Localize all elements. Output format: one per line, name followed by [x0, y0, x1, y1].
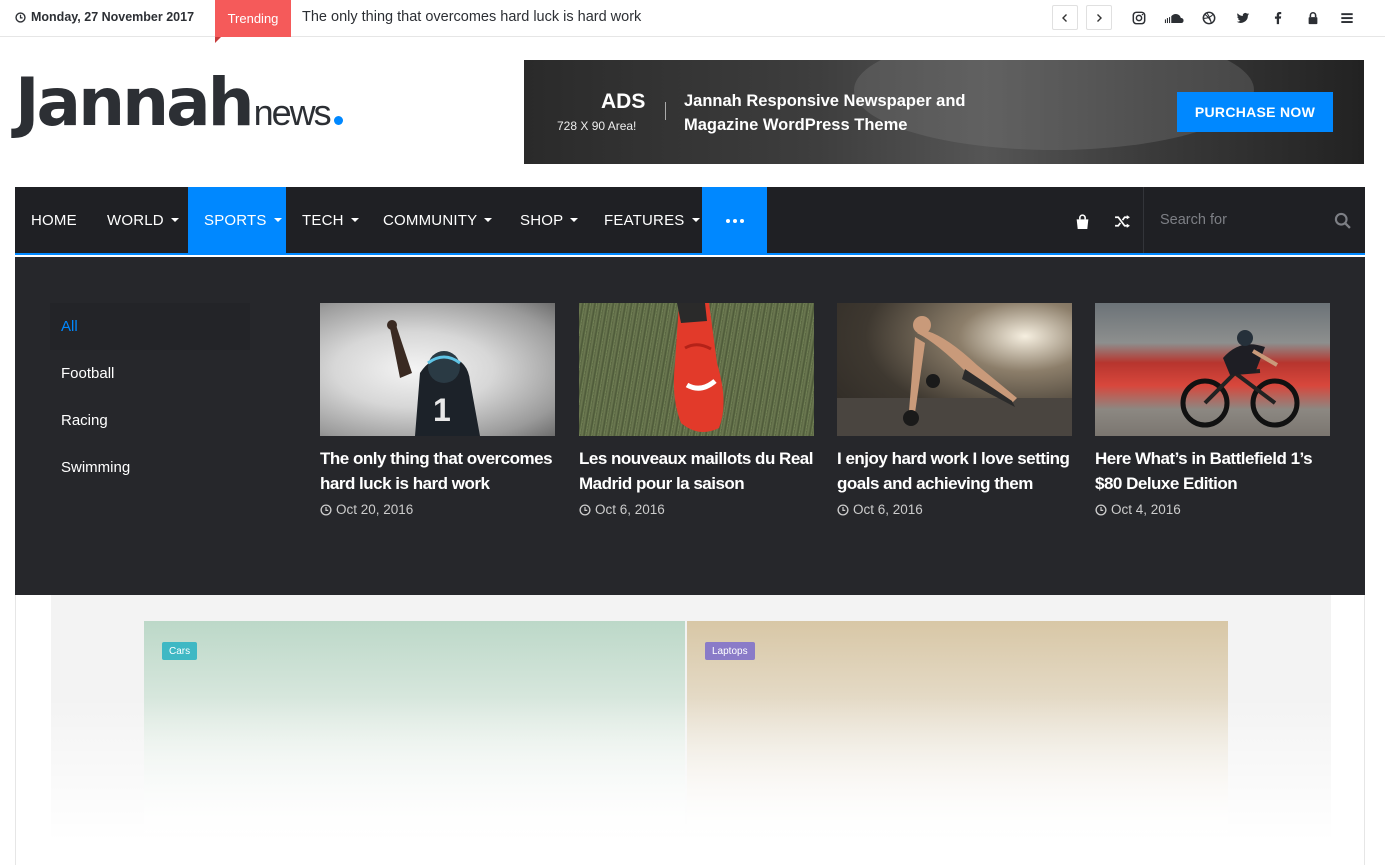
post-date-text: Oct 6, 2016 [853, 502, 923, 517]
background-fade [16, 697, 1364, 865]
post-thumbnail-football-boot[interactable] [579, 303, 814, 436]
nav-item-community[interactable]: COMMUNITY [367, 187, 508, 253]
boot-illustration [673, 303, 724, 432]
trending-headline[interactable]: The only thing that overcomes hard luck … [302, 9, 641, 25]
post-date-text: Oct 20, 2016 [336, 502, 414, 517]
nav-more-button[interactable] [702, 187, 767, 255]
menu-icon[interactable] [1338, 9, 1356, 27]
dribbble-icon[interactable] [1200, 9, 1218, 27]
trending-next-button[interactable] [1086, 5, 1112, 30]
search-icon[interactable] [1334, 212, 1351, 229]
logo-main-text: Jannah [15, 64, 255, 141]
category-swimming[interactable]: Swimming [50, 444, 250, 491]
post-title[interactable]: Here What’s in Battlefield 1’s $80 Delux… [1095, 447, 1330, 496]
instagram-icon[interactable] [1130, 9, 1148, 27]
ad-title: Jannah Responsive Newspaper and Magazine… [684, 92, 966, 134]
search-input[interactable] [1144, 187, 1366, 253]
header-ad-banner[interactable]: ADS 728 X 90 Area! Jannah Responsive New… [524, 60, 1364, 164]
caret-down-icon [484, 218, 493, 222]
main-navigation: HOME WORLD SPORTS TECH COMMUNITY SHOP FE… [15, 187, 1366, 255]
nav-item-label: FEATURES [604, 211, 685, 229]
dot [732, 219, 737, 223]
player-illustration: 1 [387, 320, 480, 436]
clock-icon [837, 503, 849, 516]
post-title[interactable]: I enjoy hard work I love setting goals a… [837, 447, 1072, 496]
post-title[interactable]: Les nouveaux maillots du Real Madrid pou… [579, 447, 814, 496]
post-date-text: Oct 4, 2016 [1111, 502, 1181, 517]
ad-size-text: 728 X 90 Area! [557, 119, 637, 133]
category-football[interactable]: Football [50, 350, 250, 397]
logo-sub-text: news [253, 92, 332, 133]
shuffle-icon[interactable] [1112, 211, 1132, 231]
search-box [1143, 187, 1366, 253]
category-all[interactable]: All [50, 303, 250, 350]
clock-icon [1095, 503, 1107, 516]
cyclist-illustration [1180, 330, 1300, 428]
lock-icon[interactable] [1304, 9, 1322, 27]
mega-post[interactable]: 1 The only thing that overcomes hard luc… [320, 303, 555, 517]
facebook-icon[interactable] [1269, 9, 1287, 27]
post-thumbnail-football-player[interactable]: 1 [320, 303, 555, 436]
ad-label: ADS [601, 90, 646, 113]
nav-item-home[interactable]: HOME [15, 187, 93, 253]
nav-item-tech[interactable]: TECH [286, 187, 375, 253]
twitter-icon[interactable] [1234, 9, 1252, 27]
post-title[interactable]: The only thing that overcomes hard luck … [320, 447, 555, 496]
nav-item-label: SPORTS [204, 211, 267, 229]
date-text: Monday, 27 November 2017 [31, 10, 195, 24]
mega-post[interactable]: I enjoy hard work I love setting goals a… [837, 303, 1072, 517]
nav-item-shop[interactable]: SHOP [504, 187, 594, 253]
sports-mega-menu: All Football Racing Swimming 1 The only … [15, 257, 1365, 595]
post-date: Oct 20, 2016 [320, 502, 555, 517]
nav-item-label: WORLD [107, 211, 164, 229]
site-logo[interactable]: Jannah news [15, 70, 343, 150]
logo-dot [333, 116, 343, 125]
mega-category-list: All Football Racing Swimming [50, 303, 250, 491]
post-date: Oct 4, 2016 [1095, 502, 1330, 517]
clock-icon [15, 11, 26, 23]
nav-item-label: SHOP [520, 211, 564, 229]
caret-down-icon [273, 218, 282, 222]
dot [739, 219, 744, 223]
soundcloud-icon[interactable] [1163, 9, 1185, 27]
ad-separator [665, 102, 666, 120]
post-date: Oct 6, 2016 [837, 502, 1072, 517]
jersey-number: 1 [433, 392, 451, 428]
nav-item-features[interactable]: FEATURES [588, 187, 716, 253]
trending-prev-button[interactable] [1052, 5, 1078, 30]
nav-item-world[interactable]: WORLD [91, 187, 195, 253]
mega-post[interactable]: Les nouveaux maillots du Real Madrid pou… [579, 303, 814, 517]
top-bar: Monday, 27 November 2017 Trending The on… [0, 0, 1385, 43]
nav-item-sports[interactable]: SPORTS [188, 187, 286, 253]
post-date: Oct 6, 2016 [579, 502, 814, 517]
caret-down-icon [350, 218, 359, 222]
dot [725, 219, 730, 223]
caret-down-icon [570, 218, 579, 222]
post-thumbnail-workout[interactable] [837, 303, 1072, 436]
chevron-right-icon [1097, 13, 1102, 22]
post-thumbnail-cycling[interactable] [1095, 303, 1330, 436]
caret-down-icon [691, 218, 700, 222]
post-date-text: Oct 6, 2016 [595, 502, 665, 517]
trending-badge: Trending [215, 0, 291, 43]
nav-item-label: COMMUNITY [383, 211, 478, 229]
clock-icon [579, 503, 591, 516]
chevron-left-icon [1062, 13, 1067, 22]
nav-item-label: TECH [302, 211, 344, 229]
caret-down-icon [170, 218, 179, 222]
clock-icon [320, 503, 332, 516]
background-tag-cars: Cars [162, 642, 198, 660]
category-racing[interactable]: Racing [50, 397, 250, 444]
mega-post[interactable]: Here What’s in Battlefield 1’s $80 Delux… [1095, 303, 1330, 517]
background-tag-laptops: Laptops [705, 642, 755, 660]
purchase-now-button[interactable]: PURCHASE NOW [1177, 92, 1333, 132]
workout-illustration [837, 316, 1072, 436]
nav-item-label: HOME [31, 211, 77, 229]
shopping-bag-icon[interactable] [1072, 211, 1092, 231]
date-display: Monday, 27 November 2017 [15, 10, 194, 24]
